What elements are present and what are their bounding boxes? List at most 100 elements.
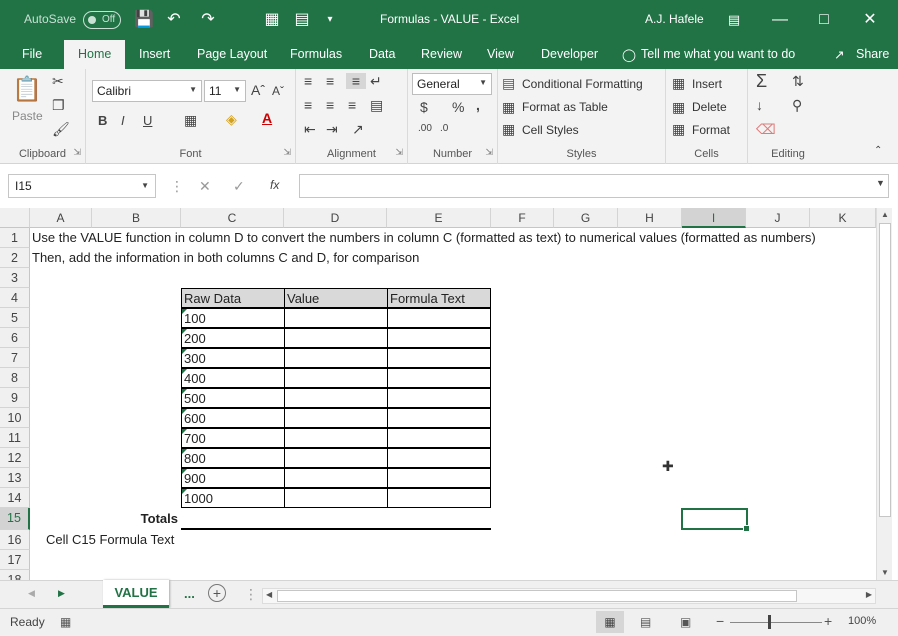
column-header[interactable]: E — [387, 208, 491, 228]
align-right-icon[interactable]: ≡ — [348, 97, 356, 113]
paste-button[interactable]: Paste — [12, 109, 43, 123]
column-header[interactable]: D — [284, 208, 387, 228]
alignment-launcher-icon[interactable]: ⇲ — [395, 147, 403, 158]
tab-data[interactable]: Data — [369, 47, 395, 61]
tab-insert[interactable]: Insert — [139, 47, 170, 61]
decrease-decimal-icon[interactable]: .0 — [440, 123, 448, 134]
next-sheet-icon[interactable]: ▶ — [58, 588, 65, 599]
column-header[interactable]: F — [491, 208, 554, 228]
align-center-icon[interactable]: ≡ — [326, 97, 334, 113]
bold-button[interactable]: B — [98, 113, 107, 128]
row-header[interactable]: 2 — [0, 248, 30, 268]
formula-text-cell[interactable] — [387, 328, 491, 348]
tab-home[interactable]: Home — [64, 40, 126, 69]
sort-filter-icon[interactable]: ⇅ — [792, 73, 804, 90]
form-icon[interactable]: ▦ — [262, 10, 282, 30]
value-cell[interactable] — [284, 468, 388, 488]
cell-styles-button[interactable]: Cell Styles — [522, 123, 579, 137]
copy-icon[interactable]: ❐ — [52, 97, 65, 114]
tab-formulas[interactable]: Formulas — [290, 47, 342, 61]
fill-color-icon[interactable]: ◈ — [226, 111, 237, 128]
select-all-corner[interactable] — [0, 208, 30, 228]
tab-review[interactable]: Review — [421, 47, 462, 61]
format-painter-icon[interactable]: 🖌 — [52, 121, 70, 138]
comma-button[interactable]: , — [476, 97, 480, 113]
raw-data-cell[interactable]: 400 — [181, 368, 285, 388]
font-family-select[interactable]: Calibri ▼ — [92, 80, 202, 102]
number-as-text-indicator[interactable] — [182, 489, 187, 494]
normal-view-icon[interactable]: ▦ — [596, 611, 624, 633]
zoom-in-icon[interactable]: + — [824, 613, 832, 629]
number-as-text-indicator[interactable] — [182, 409, 187, 414]
column-header[interactable]: B — [92, 208, 181, 228]
autosum-icon[interactable]: Σ — [756, 71, 767, 92]
row-header[interactable]: 12 — [0, 448, 30, 468]
increase-decimal-icon[interactable]: .00 — [418, 123, 432, 134]
horizontal-scrollbar[interactable]: ◀ ▶ — [262, 588, 876, 604]
raw-data-cell[interactable]: 200 — [181, 328, 285, 348]
page-break-view-icon[interactable]: ▣ — [680, 615, 691, 629]
value-cell[interactable] — [284, 448, 388, 468]
table-header-value[interactable]: Value — [284, 288, 388, 308]
column-header[interactable]: G — [554, 208, 618, 228]
tab-view[interactable]: View — [487, 47, 514, 61]
page-layout-view-icon[interactable]: ▤ — [640, 615, 651, 629]
scroll-up-icon[interactable]: ▲ — [881, 210, 889, 219]
scrollbar-thumb[interactable] — [277, 590, 797, 602]
row-header[interactable]: 18 — [0, 570, 30, 580]
top-align-icon[interactable]: ≡ — [304, 73, 312, 89]
raw-data-cell[interactable]: 1000 — [181, 488, 285, 508]
formula-text-cell[interactable] — [387, 408, 491, 428]
formula-text-cell[interactable] — [387, 488, 491, 508]
table-header-raw-data[interactable]: Raw Data — [181, 288, 285, 308]
merge-center-icon[interactable]: ▤ — [370, 97, 383, 114]
raw-data-cell[interactable]: 600 — [181, 408, 285, 428]
raw-data-cell[interactable]: 500 — [181, 388, 285, 408]
totals-label[interactable]: Totals — [92, 509, 180, 529]
scroll-left-icon[interactable]: ◀ — [266, 590, 272, 599]
selected-cell-i15[interactable] — [681, 508, 750, 532]
clear-icon[interactable]: ⌫ — [756, 121, 776, 138]
raw-data-cell[interactable]: 700 — [181, 428, 285, 448]
collapse-ribbon-icon[interactable]: ⌃ — [874, 145, 882, 156]
number-as-text-indicator[interactable] — [182, 349, 187, 354]
cell-a1[interactable]: Use the VALUE function in column D to co… — [30, 228, 816, 248]
zoom-level[interactable]: 100% — [848, 615, 876, 627]
italic-button[interactable]: I — [121, 113, 125, 128]
raw-data-cell[interactable]: 300 — [181, 348, 285, 368]
zoom-out-icon[interactable]: − — [716, 613, 724, 629]
number-format-select[interactable]: General ▼ — [412, 73, 492, 95]
close-icon[interactable]: ✕ — [860, 10, 880, 30]
value-cell[interactable] — [284, 428, 388, 448]
row-header[interactable]: 3 — [0, 268, 30, 288]
column-header[interactable]: A — [30, 208, 92, 228]
number-as-text-indicator[interactable] — [182, 369, 187, 374]
value-cell[interactable] — [284, 488, 388, 508]
formula-text-cell[interactable] — [387, 468, 491, 488]
font-launcher-icon[interactable]: ⇲ — [283, 147, 291, 158]
value-cell[interactable] — [284, 368, 388, 388]
value-cell[interactable] — [284, 348, 388, 368]
table-header-formula-text[interactable]: Formula Text — [387, 288, 491, 308]
undo-icon[interactable]: ↶ — [164, 10, 184, 30]
find-select-icon[interactable]: ⚲ — [792, 97, 802, 114]
number-as-text-indicator[interactable] — [182, 309, 187, 314]
font-color-icon[interactable]: A — [262, 110, 272, 126]
number-as-text-indicator[interactable] — [182, 429, 187, 434]
formula-text-cell[interactable] — [387, 448, 491, 468]
conditional-formatting-button[interactable]: Conditional Formatting — [522, 77, 643, 91]
user-name[interactable]: A.J. Hafele — [645, 12, 704, 26]
scrollbar-thumb[interactable] — [879, 223, 891, 517]
formula-text-cell[interactable] — [387, 368, 491, 388]
percent-button[interactable]: % — [452, 99, 464, 115]
tell-me-search[interactable]: Tell me what you want to do — [641, 47, 795, 61]
column-header-selected[interactable]: I — [682, 208, 746, 228]
raw-data-cell[interactable]: 100 — [181, 308, 285, 328]
enter-icon[interactable]: ✓ — [233, 178, 245, 195]
paste-icon[interactable]: 📋 — [12, 75, 42, 104]
row-header[interactable]: 9 — [0, 388, 30, 408]
number-as-text-indicator[interactable] — [182, 389, 187, 394]
row-header[interactable]: 4 — [0, 288, 30, 308]
row-header[interactable]: 5 — [0, 308, 30, 328]
share-button[interactable]: Share — [856, 47, 889, 61]
